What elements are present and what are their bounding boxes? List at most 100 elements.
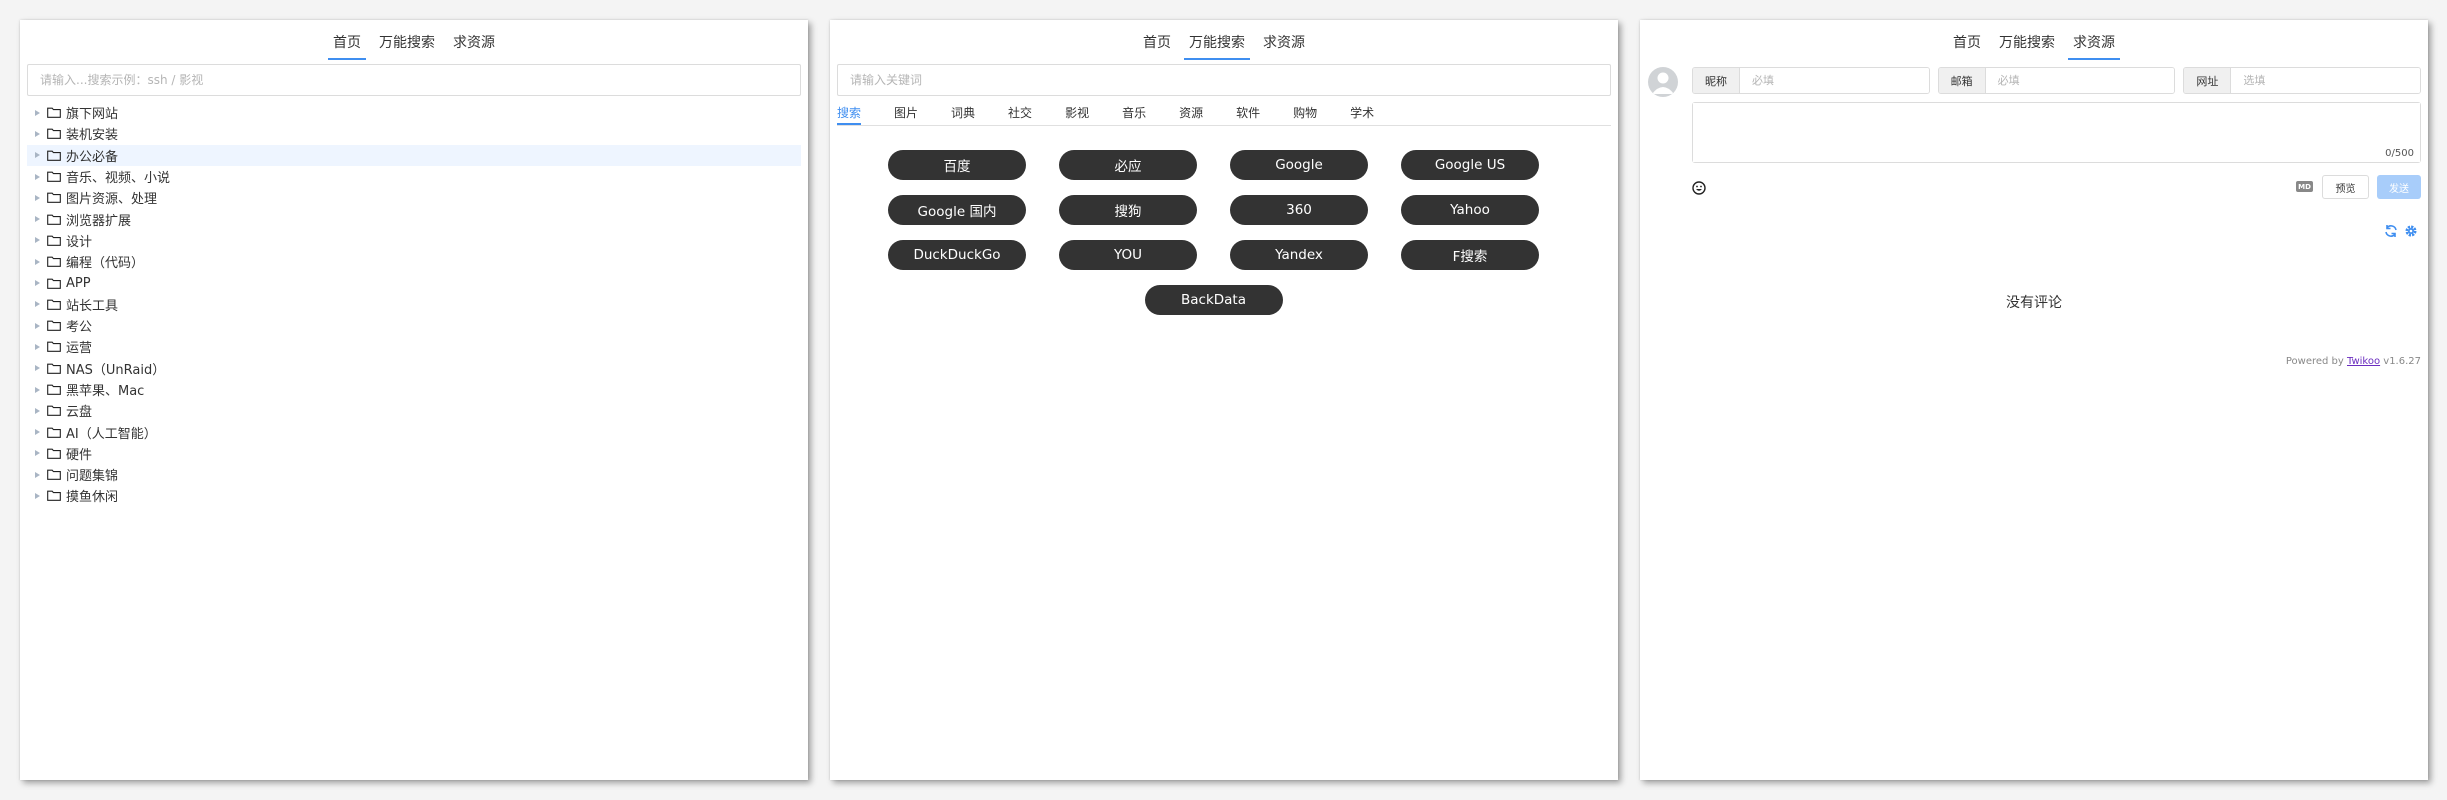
tab-item[interactable]: 资源 bbox=[1179, 104, 1203, 125]
caret-right-icon[interactable] bbox=[35, 450, 40, 457]
tree-item-label: AI（人工智能） bbox=[66, 426, 157, 442]
nav-home[interactable]: 首页 bbox=[1138, 30, 1176, 60]
send-button[interactable]: 发送 bbox=[2377, 175, 2421, 199]
website-input[interactable] bbox=[2231, 68, 2421, 93]
nav-home[interactable]: 首页 bbox=[1948, 30, 1986, 60]
engine-button[interactable]: 必应 bbox=[1059, 150, 1197, 180]
tab-item[interactable]: 图片 bbox=[894, 104, 918, 125]
comment-meta-row: 昵称 邮箱 网址 bbox=[1692, 67, 2422, 94]
engine-button[interactable]: Yandex bbox=[1230, 240, 1368, 270]
nav-request[interactable]: 求资源 bbox=[448, 30, 500, 60]
email-input[interactable] bbox=[1985, 68, 2175, 93]
caret-right-icon[interactable] bbox=[35, 216, 40, 223]
nickname-input[interactable] bbox=[1740, 68, 1929, 93]
tree-item[interactable]: 浏览器扩展 bbox=[27, 208, 801, 229]
tab-item[interactable]: 词典 bbox=[951, 104, 975, 125]
keyword-search-input[interactable] bbox=[837, 64, 1611, 96]
engine-button[interactable]: DuckDuckGo bbox=[888, 240, 1026, 270]
tab-item[interactable]: 社交 bbox=[1008, 104, 1032, 125]
tree-item[interactable]: 音乐、视频、小说 bbox=[27, 166, 801, 187]
tree-item-label: 浏览器扩展 bbox=[66, 213, 132, 229]
folder-icon bbox=[47, 192, 61, 204]
tab-item[interactable]: 搜索 bbox=[837, 104, 862, 125]
caret-right-icon[interactable] bbox=[35, 365, 40, 372]
tree-item[interactable]: 编程（代码） bbox=[27, 251, 801, 272]
tree-item-label: 站长工具 bbox=[66, 298, 119, 314]
folder-icon bbox=[47, 171, 61, 182]
engine-button[interactable]: Yahoo bbox=[1401, 195, 1539, 225]
engine-button[interactable]: 搜狗 bbox=[1059, 195, 1197, 225]
caret-right-icon[interactable] bbox=[35, 471, 40, 478]
tree-item[interactable]: 站长工具 bbox=[27, 294, 801, 315]
nav-search[interactable]: 万能搜索 bbox=[1994, 30, 2060, 60]
tree-item[interactable]: 云盘 bbox=[27, 400, 801, 421]
tree-item[interactable]: 设计 bbox=[27, 230, 801, 251]
tree-item[interactable]: 考公 bbox=[27, 315, 801, 336]
tree-item-label: 旗下网站 bbox=[66, 107, 119, 123]
powered-version: v1.6.27 bbox=[2380, 356, 2421, 367]
tab-item[interactable]: 购物 bbox=[1293, 104, 1317, 125]
tree-item[interactable]: 运营 bbox=[27, 336, 801, 357]
nav-request[interactable]: 求资源 bbox=[2068, 30, 2120, 60]
nav-request[interactable]: 求资源 bbox=[1258, 30, 1310, 60]
nickname-field: 昵称 bbox=[1692, 67, 1930, 94]
no-comment-text: 没有评论 bbox=[2006, 295, 2062, 311]
comment-textarea[interactable] bbox=[1693, 103, 2420, 162]
tree-item[interactable]: 硬件 bbox=[27, 443, 801, 464]
caret-right-icon[interactable] bbox=[35, 492, 40, 499]
caret-right-icon[interactable] bbox=[35, 258, 40, 265]
caret-right-icon[interactable] bbox=[35, 280, 40, 287]
nav-home[interactable]: 首页 bbox=[328, 30, 366, 60]
engine-button[interactable]: Google bbox=[1230, 150, 1368, 180]
emoji-icon[interactable] bbox=[1692, 180, 1706, 195]
engine-button[interactable]: F搜索 bbox=[1401, 240, 1539, 270]
folder-icon bbox=[47, 363, 61, 374]
caret-right-icon[interactable] bbox=[35, 429, 40, 436]
nav-search[interactable]: 万能搜索 bbox=[374, 30, 440, 60]
tab-item[interactable]: 学术 bbox=[1350, 104, 1374, 125]
engine-button[interactable]: YOU bbox=[1059, 240, 1197, 270]
folder-icon bbox=[47, 129, 61, 140]
engine-button[interactable]: 百度 bbox=[888, 150, 1026, 180]
tree-item[interactable]: 旗下网站 bbox=[27, 102, 801, 123]
caret-right-icon[interactable] bbox=[35, 322, 40, 329]
caret-right-icon[interactable] bbox=[35, 386, 40, 393]
engine-button[interactable]: BackData bbox=[1144, 285, 1283, 315]
tree-item[interactable]: NAS（UnRaid） bbox=[27, 358, 801, 379]
comment-box: 0/500 bbox=[1692, 102, 2421, 163]
tree-item[interactable]: 装机安装 bbox=[27, 123, 801, 144]
nickname-label: 昵称 bbox=[1693, 68, 1740, 93]
tree-item[interactable]: APP bbox=[27, 272, 801, 293]
caret-right-icon[interactable] bbox=[35, 237, 40, 244]
engine-button[interactable]: Google 国内 bbox=[888, 195, 1026, 225]
preview-button[interactable]: 预览 bbox=[2322, 175, 2369, 199]
caret-right-icon[interactable] bbox=[35, 343, 40, 350]
caret-right-icon[interactable] bbox=[35, 407, 40, 414]
directory-search-input[interactable] bbox=[27, 64, 801, 96]
engine-button[interactable]: 360 bbox=[1230, 195, 1368, 225]
twikoo-link[interactable]: Twikoo bbox=[2347, 356, 2380, 367]
tree-item[interactable]: 摸鱼休闲 bbox=[27, 485, 801, 506]
refresh-icon[interactable] bbox=[2384, 223, 2398, 237]
caret-right-icon[interactable] bbox=[35, 109, 40, 116]
tree-item[interactable]: 问题集锦 bbox=[27, 464, 801, 485]
tree-item[interactable]: 图片资源、处理 bbox=[27, 187, 801, 208]
folder-icon bbox=[47, 256, 61, 268]
folder-icon bbox=[47, 427, 61, 438]
caret-right-icon[interactable] bbox=[35, 194, 40, 201]
tree-item[interactable]: 黑苹果、Mac bbox=[27, 379, 801, 400]
tab-item[interactable]: 影视 bbox=[1065, 104, 1089, 125]
tab-item[interactable]: 软件 bbox=[1236, 104, 1260, 125]
caret-right-icon[interactable] bbox=[35, 152, 40, 159]
caret-right-icon[interactable] bbox=[35, 301, 40, 308]
gear-icon[interactable] bbox=[2404, 223, 2418, 237]
markdown-icon: MD bbox=[2296, 181, 2313, 192]
tree-item[interactable]: 办公必备 bbox=[27, 144, 801, 166]
caret-right-icon[interactable] bbox=[35, 173, 40, 180]
caret-right-icon[interactable] bbox=[35, 130, 40, 137]
folder-icon bbox=[47, 491, 61, 502]
tree-item[interactable]: AI（人工智能） bbox=[27, 421, 801, 442]
tab-item[interactable]: 音乐 bbox=[1122, 104, 1146, 125]
nav-search[interactable]: 万能搜索 bbox=[1184, 30, 1250, 60]
engine-button[interactable]: Google US bbox=[1401, 150, 1539, 180]
